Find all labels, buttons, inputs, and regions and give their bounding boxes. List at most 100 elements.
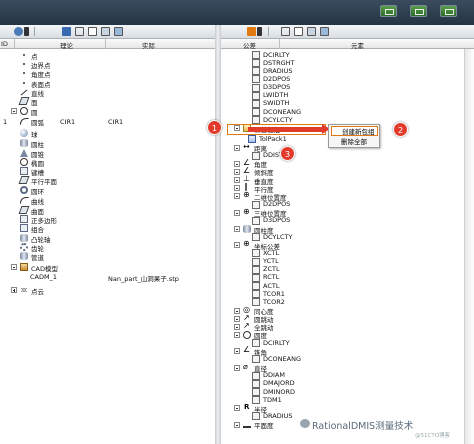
compound-icon: [20, 224, 28, 232]
tree-item-label: 角度点: [31, 70, 51, 79]
arc-icon: [20, 117, 29, 125]
tolerance-icon: [252, 75, 260, 84]
cube-icon[interactable]: [62, 27, 71, 36]
expand-toggle-icon[interactable]: [234, 315, 240, 322]
tree-item-label: 圆柱: [31, 140, 44, 149]
col-id[interactable]: ID: [1, 40, 8, 48]
cone-angle-icon: [243, 345, 251, 355]
expand-toggle-icon[interactable]: [234, 421, 240, 428]
tolerance-icon: [252, 249, 260, 258]
feature-toolbar: [0, 25, 215, 39]
col-tolerance[interactable]: 公差: [243, 40, 256, 50]
expand-toggle-icon[interactable]: [234, 242, 240, 249]
window-top-bar: [0, 0, 474, 25]
wechat-icon: [300, 419, 310, 428]
list-icon[interactable]: [320, 27, 329, 36]
expand-toggle-icon[interactable]: [234, 185, 240, 192]
page-icon[interactable]: [307, 27, 316, 36]
tree-item-label: DCONEANG: [263, 107, 301, 116]
menu-item-create-group[interactable]: 创建新包组: [331, 126, 378, 136]
expand-toggle-icon[interactable]: [234, 348, 240, 355]
expand-toggle-icon[interactable]: [234, 364, 240, 371]
circularity-icon: [243, 330, 251, 339]
tree-item-label: D2DPOS: [263, 74, 291, 83]
dropdown-arrow-icon[interactable]: [257, 27, 262, 36]
expand-toggle-icon[interactable]: [234, 209, 240, 216]
callout-arrow: [248, 127, 324, 132]
panel-toggle-2-icon[interactable]: [410, 5, 427, 17]
surface-point-icon: [20, 79, 28, 87]
expand-toggle-icon[interactable]: [234, 323, 240, 330]
coordinate-tolerance-icon: [243, 239, 251, 249]
expand-toggle-icon[interactable]: [234, 160, 240, 167]
page-icon[interactable]: [101, 27, 110, 36]
diameter-icon: [243, 362, 251, 372]
expand-toggle-icon[interactable]: [11, 287, 17, 293]
expand-toggle-icon[interactable]: [234, 193, 240, 200]
tolerance-icon: [252, 108, 260, 117]
list-icon[interactable]: [114, 27, 123, 36]
tree-item-label: 曲线: [31, 197, 44, 206]
expand-toggle-icon[interactable]: [234, 144, 240, 151]
expand-toggle-icon[interactable]: [11, 264, 17, 270]
menu-item-delete-all[interactable]: 删除全部: [331, 137, 378, 147]
tree-item-label: TolPack1: [259, 134, 287, 143]
tolerance-icon: [252, 371, 260, 380]
tolerance-icon: [252, 91, 260, 100]
expand-toggle-icon[interactable]: [11, 108, 17, 114]
feature-nominal-cell: CIR1: [60, 118, 76, 126]
tolerance-tab-icon[interactable]: [247, 27, 256, 36]
select-icon[interactable]: [75, 27, 84, 36]
expand-toggle-icon[interactable]: [234, 307, 240, 314]
expand-toggle-icon[interactable]: [234, 226, 240, 232]
gear-icon: [20, 243, 28, 251]
feature-tab-icon[interactable]: [14, 27, 23, 36]
expand-toggle-icon[interactable]: [234, 405, 240, 412]
torus-icon: [20, 186, 28, 194]
tree-item-label: 面: [31, 98, 38, 107]
circle-icon: [20, 107, 28, 115]
point-cloud-icon: [20, 286, 28, 294]
panel-toggle-3-icon[interactable]: [440, 5, 457, 17]
vertical-scrollbar[interactable]: [464, 49, 474, 444]
curve-icon: [20, 196, 29, 204]
camshaft-icon: [20, 234, 28, 242]
callout-badge-3: 3: [280, 146, 295, 161]
tree-item-label: 平行平面: [31, 177, 57, 186]
tolerance-column-header: 公差 元素: [221, 39, 474, 50]
tolerance-icon: [252, 265, 260, 274]
tree-item-label: 圆: [31, 108, 38, 117]
tolerance-icon: [252, 290, 260, 299]
ellipse-icon: [20, 158, 28, 166]
dropdown-arrow-icon[interactable]: [24, 27, 29, 36]
tree-item-label: ACTL: [263, 281, 280, 290]
tree-item-label: SWIDTH: [263, 99, 290, 108]
col-nominal[interactable]: 理论: [60, 40, 73, 50]
panel-toggle-1-icon[interactable]: [380, 5, 397, 17]
tree-item-label: 圆弧: [31, 118, 44, 127]
tree-item-label: 点云: [31, 287, 44, 296]
col-actual[interactable]: 实际: [142, 40, 155, 50]
polygon-icon: [20, 215, 28, 223]
context-menu: 创建新包组 删除全部: [328, 124, 380, 148]
parallel-planes-icon: [18, 176, 30, 184]
tree-item-label: ZCTL: [263, 265, 280, 274]
col-element[interactable]: 元素: [351, 40, 364, 50]
expand-toggle-icon[interactable]: [234, 177, 240, 184]
tolerance-icon: [252, 257, 260, 266]
table-icon[interactable]: [294, 27, 303, 36]
pane-splitter[interactable]: [215, 25, 221, 444]
branch-icon[interactable]: [281, 27, 290, 36]
tree-item-label: DCIRLTY: [263, 50, 290, 59]
table-icon[interactable]: [88, 27, 97, 36]
point-icon: [20, 51, 28, 59]
expand-toggle-icon[interactable]: [234, 331, 240, 338]
position-2d-icon: [243, 190, 251, 200]
tolerance-toolbar: [221, 25, 474, 39]
angle-point-icon: [20, 69, 28, 77]
cad-model-icon: [20, 263, 28, 271]
expand-toggle-icon[interactable]: [234, 168, 240, 175]
surface-icon: [18, 206, 30, 214]
radius-icon: [243, 403, 251, 412]
tree-item-label: YCTL: [263, 257, 279, 266]
